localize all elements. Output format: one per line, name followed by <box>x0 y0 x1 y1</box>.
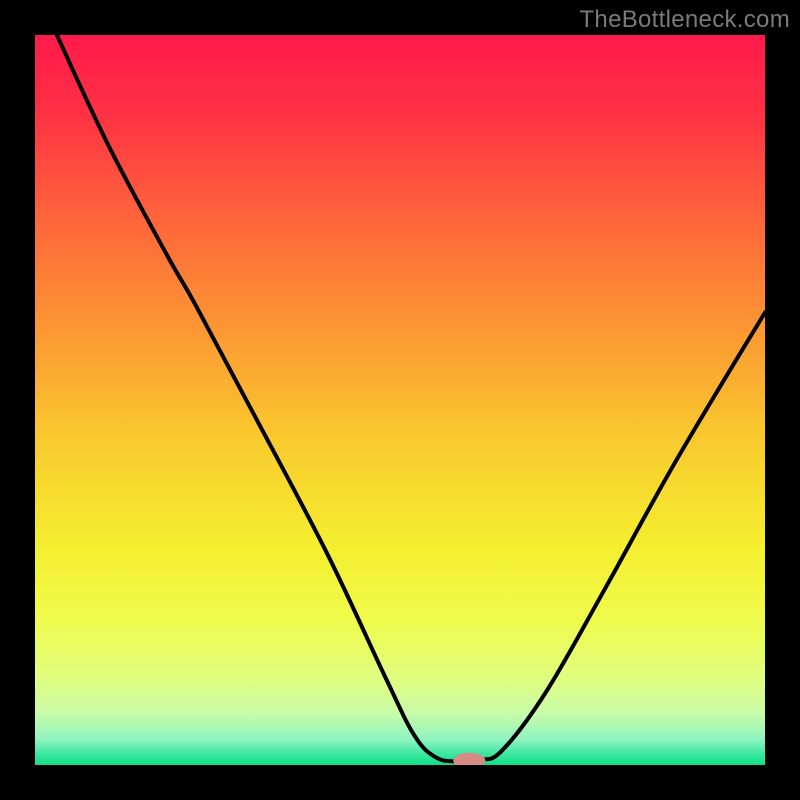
bottleneck-chart-svg <box>35 35 765 765</box>
plot-area <box>35 35 765 765</box>
watermark-text: TheBottleneck.com <box>579 6 790 34</box>
gradient-background <box>35 35 765 765</box>
chart-frame: TheBottleneck.com <box>0 0 800 800</box>
